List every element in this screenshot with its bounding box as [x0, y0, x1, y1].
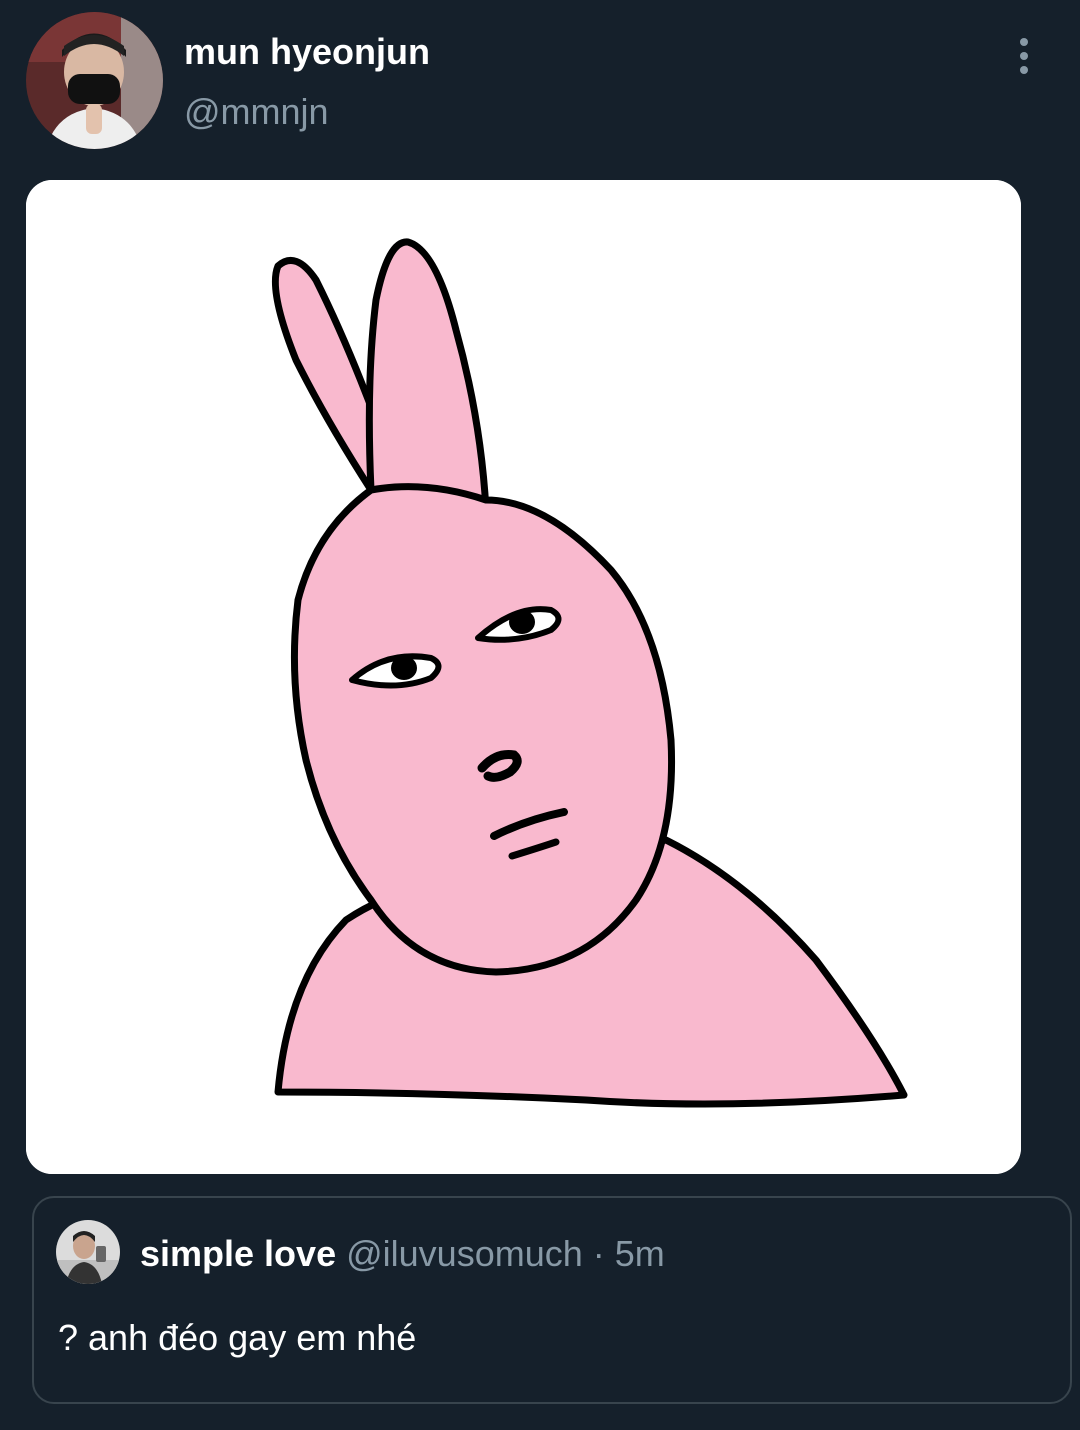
quoted-tweet-text: ? anh đéo gay em nhé: [58, 1317, 417, 1358]
quoted-tweet-card[interactable]: simple love @iluvusomuch · 5m ? anh đéo …: [32, 1196, 1072, 1404]
author-avatar[interactable]: [26, 12, 163, 149]
quoted-author-avatar-image: [56, 1220, 120, 1284]
author-handle[interactable]: @mmnjn: [184, 90, 329, 134]
quoted-author-display-name[interactable]: simple love: [140, 1233, 336, 1274]
more-vertical-icon[interactable]: [1004, 36, 1044, 76]
pink-rabbit-illustration: [26, 180, 1021, 1174]
author-display-name[interactable]: mun hyeonjun: [184, 30, 430, 74]
tweet-media-image[interactable]: [26, 180, 1021, 1174]
quoted-tweet-timestamp[interactable]: 5m: [615, 1233, 665, 1274]
more-dot: [1020, 38, 1028, 46]
quoted-author-handle[interactable]: @iluvusomuch: [346, 1233, 583, 1274]
quoted-tweet-separator: ·: [592, 1233, 605, 1274]
quoted-tweet-header: simple love @iluvusomuch · 5m: [140, 1232, 665, 1276]
more-dot: [1020, 52, 1028, 60]
more-dot: [1020, 66, 1028, 74]
quoted-author-avatar[interactable]: [56, 1220, 120, 1284]
tweet-page: mun hyeonjun @mmnjn simple love @iluvuso…: [0, 0, 1080, 1430]
author-avatar-image: [26, 12, 163, 149]
